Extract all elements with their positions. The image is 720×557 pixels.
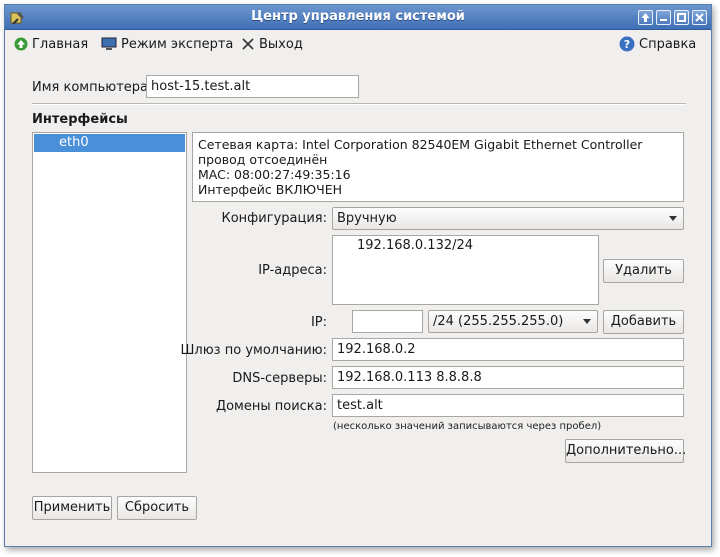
exit-label: Выход xyxy=(259,36,303,52)
config-select[interactable]: Вручную xyxy=(332,207,684,230)
search-domains-field[interactable]: test.alt xyxy=(332,394,684,417)
exit-button[interactable]: Выход xyxy=(241,35,303,53)
gateway-label: Шлюз по умолчанию: xyxy=(180,343,327,358)
interface-item-eth0[interactable]: eth0 xyxy=(34,134,185,152)
interface-info-box: Сетевая карта: Intel Corporation 82540EM… xyxy=(192,132,684,202)
interfaces-list[interactable]: eth0 xyxy=(32,132,187,473)
config-value: Вручную xyxy=(337,211,397,226)
separator xyxy=(32,103,686,105)
main-window: Центр управления системой Главная Режим … xyxy=(4,4,712,547)
help-icon: ? xyxy=(619,36,635,52)
minimize-icon xyxy=(660,19,667,21)
chevron-down-icon xyxy=(583,319,591,324)
monitor-icon xyxy=(101,37,117,50)
home-arrow-icon xyxy=(14,37,28,51)
help-button[interactable]: ? Справка xyxy=(619,35,696,53)
close-icon xyxy=(695,13,704,22)
search-domains-label: Домены поиска: xyxy=(215,399,327,414)
maximize-button[interactable] xyxy=(674,10,689,25)
mac-line: MAC: 08:00:27:49:35:16 xyxy=(198,167,351,182)
mask-select[interactable]: /24 (255.255.255.0) xyxy=(428,310,598,333)
nic-line: Сетевая карта: Intel Corporation 82540EM… xyxy=(198,137,643,152)
gateway-field[interactable]: 192.168.0.2 xyxy=(332,338,684,361)
maximize-icon xyxy=(677,13,686,22)
add-button[interactable]: Добавить xyxy=(603,310,684,334)
apply-button[interactable]: Применить xyxy=(32,496,112,520)
delete-button[interactable]: Удалить xyxy=(603,259,684,283)
help-label: Справка xyxy=(639,36,697,52)
svg-text:?: ? xyxy=(624,38,630,51)
ip-address-list[interactable]: 192.168.0.132/24 xyxy=(332,235,599,305)
mask-value: /24 (255.255.255.0) xyxy=(433,314,564,329)
computer-name-label: Имя компьютера: xyxy=(32,80,153,95)
window-up-button[interactable] xyxy=(638,10,653,25)
dns-label: DNS-серверы: xyxy=(232,371,327,386)
arrow-up-icon xyxy=(641,13,650,22)
interfaces-title: Интерфейсы xyxy=(32,112,128,127)
ip-label: IP: xyxy=(310,315,327,330)
expert-mode-label: Режим эксперта xyxy=(121,36,234,52)
search-domains-hint: (несколько значений записываются через п… xyxy=(333,421,602,432)
home-label: Главная xyxy=(32,36,89,52)
chevron-down-icon xyxy=(669,216,677,221)
exit-icon xyxy=(242,38,254,50)
dns-field[interactable]: 192.168.0.113 8.8.8.8 xyxy=(332,366,684,389)
cable-status-line: провод отсоединён xyxy=(198,152,328,167)
window-title: Центр управления системой xyxy=(251,9,465,24)
advanced-button[interactable]: Дополнительно... xyxy=(565,439,686,463)
reset-button[interactable]: Сбросить xyxy=(117,496,197,520)
close-button[interactable] xyxy=(692,10,707,25)
computer-name-field[interactable]: host-15.test.alt xyxy=(146,75,359,98)
interface-state-line: Интерфейс ВКЛЮЧЕН xyxy=(198,182,342,197)
config-label: Конфигурация: xyxy=(221,211,328,226)
minimize-button[interactable] xyxy=(656,10,671,25)
ip-input[interactable] xyxy=(352,310,423,333)
ip-addresses-label: IP-адреса: xyxy=(258,263,327,278)
title-bar: Центр управления системой xyxy=(5,5,711,30)
toolbar: Главная Режим эксперта Выход ? Справка xyxy=(5,31,711,55)
ip-address-item[interactable]: 192.168.0.132/24 xyxy=(357,238,598,254)
home-button[interactable]: Главная xyxy=(14,35,88,53)
expert-mode-button[interactable]: Режим эксперта xyxy=(101,35,233,53)
